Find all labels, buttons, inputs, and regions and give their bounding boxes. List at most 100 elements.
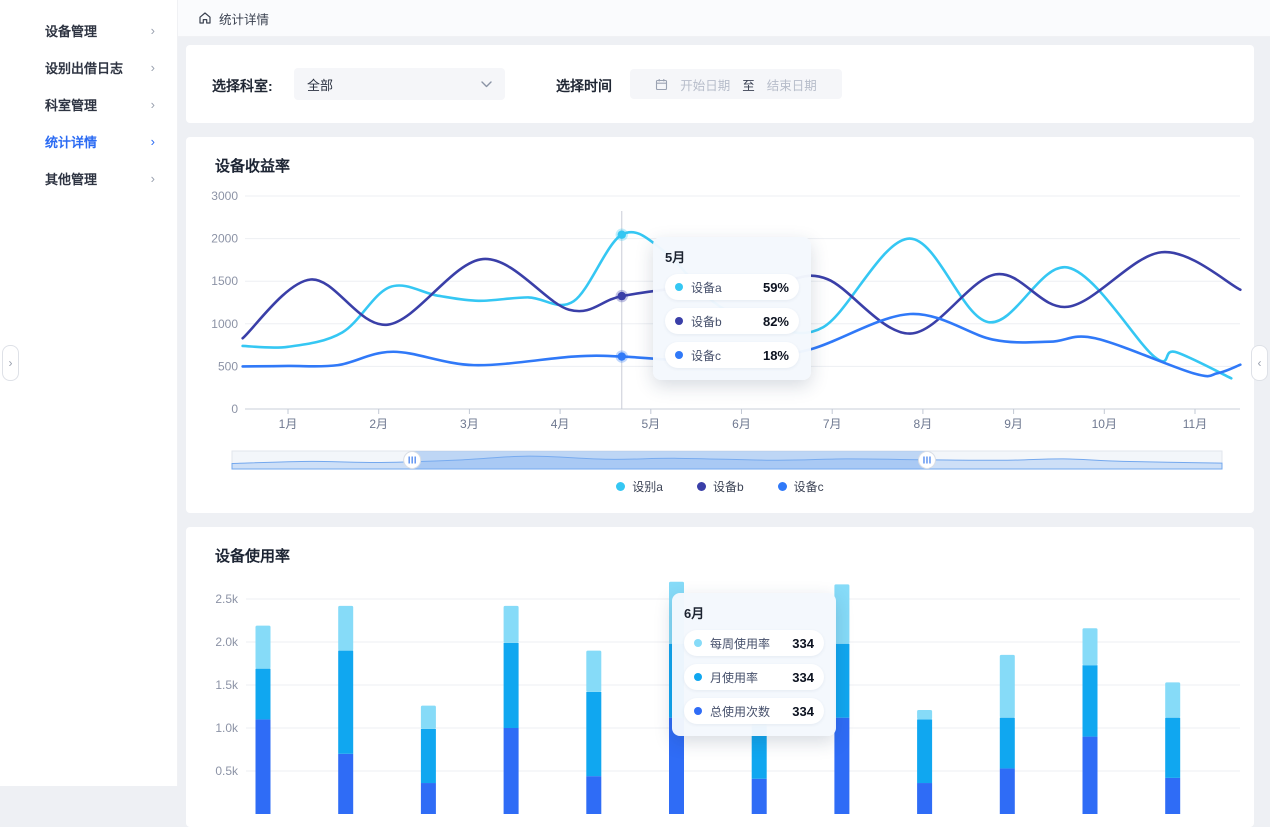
tooltip-series-label: 设备c (691, 347, 763, 364)
series-dot-icon (694, 639, 702, 647)
svg-text:1.0k: 1.0k (215, 721, 239, 735)
bar-segment[interactable] (1083, 628, 1098, 665)
collapse-left-panel-button[interactable]: › (2, 345, 19, 381)
bar-segment[interactable] (834, 718, 849, 814)
svg-text:500: 500 (218, 359, 238, 373)
tooltip-series-label: 设备b (691, 313, 763, 330)
calendar-icon (655, 78, 668, 91)
bar-segment[interactable] (256, 669, 271, 720)
svg-text:1500: 1500 (211, 274, 238, 288)
bar-segment[interactable] (338, 651, 353, 754)
tooltip-row: 总使用次数334 (684, 698, 824, 724)
data-zoom-handle-icon[interactable] (918, 452, 935, 469)
legend-label: 设别a (632, 478, 663, 495)
svg-text:2.0k: 2.0k (215, 635, 239, 649)
bar-segment[interactable] (1000, 718, 1015, 769)
chevron-right-icon: › (151, 23, 155, 38)
date-separator: 至 (742, 75, 755, 94)
legend-label: 设备b (713, 478, 744, 495)
tooltip-series-value: 334 (792, 704, 814, 719)
date-range-picker[interactable]: 开始日期 至 结束日期 (630, 69, 842, 99)
legend-item-设备b[interactable]: 设备b (697, 478, 744, 495)
sidebar-item-设别出借日志[interactable]: 设别出借日志› (0, 49, 177, 86)
svg-text:8月: 8月 (914, 417, 933, 431)
bar-segment[interactable] (504, 606, 519, 643)
svg-text:10月: 10月 (1092, 417, 1117, 431)
bar-segment[interactable] (1083, 737, 1098, 814)
bar-segment[interactable] (256, 626, 271, 669)
bar-segment[interactable] (421, 706, 436, 729)
collapse-right-panel-button[interactable]: ‹ (1251, 345, 1268, 381)
sidebar-item-科室管理[interactable]: 科室管理 › (0, 86, 177, 123)
sidebar-nav: 设备管理›设别出借日志›科室管理›统计详情›其他管理› (0, 12, 177, 197)
bar-segment[interactable] (1165, 778, 1180, 814)
bar-segment[interactable] (1165, 682, 1180, 717)
svg-text:5月: 5月 (641, 417, 660, 431)
revenue-chart-legend: 设别a 设备b 设备c (186, 478, 1254, 495)
data-zoom-selection[interactable] (412, 451, 927, 469)
bar-segment[interactable] (917, 719, 932, 783)
legend-item-设备c[interactable]: 设备c (778, 478, 824, 495)
tooltip-series-value: 18% (763, 348, 789, 363)
bar-segment[interactable] (338, 754, 353, 814)
bar-segment[interactable] (504, 643, 519, 728)
data-zoom-handle-icon[interactable] (404, 452, 421, 469)
svg-text:7月: 7月 (823, 417, 842, 431)
tooltip-series-value: 334 (792, 670, 814, 685)
tooltip-row: 设备c18% (665, 342, 799, 368)
bar-segment[interactable] (752, 779, 767, 814)
bar-segment[interactable] (1083, 665, 1098, 736)
bar-segment[interactable] (1000, 655, 1015, 718)
revenue-chart-card: 设备收益率 300020001500100050001月2月3月4月5月6月7月… (186, 137, 1254, 513)
sidebar-item-label: 科室管理 (45, 95, 97, 114)
filter-bar: 选择科室: 全部 选择时间 (186, 45, 1254, 123)
tooltip-title: 5月 (665, 247, 799, 266)
bar-segment[interactable] (504, 728, 519, 814)
svg-text:0: 0 (231, 402, 238, 416)
bar-segment[interactable] (1000, 768, 1015, 814)
series-dot-icon (694, 673, 702, 681)
chevron-left-icon: ‹ (1258, 356, 1262, 370)
series-dot-icon (697, 482, 706, 491)
sidebar: 设备管理›设别出借日志›科室管理›统计详情›其他管理› (0, 0, 178, 786)
bar-segment[interactable] (917, 710, 932, 719)
bar-segment[interactable] (586, 651, 601, 692)
usage-chart-card: 设备使用率 0.5k1.0k1.5k2.0k2.5k 6月每周使用率334月使用… (186, 527, 1254, 827)
series-dot-icon (675, 283, 683, 291)
bar-segment[interactable] (338, 606, 353, 651)
date-start-input[interactable]: 开始日期 (680, 75, 730, 94)
svg-text:1000: 1000 (211, 317, 238, 331)
sidebar-item-其他管理[interactable]: 其他管理 › (0, 160, 177, 197)
series-dot-icon (694, 707, 702, 715)
tooltip-series-value: 59% (763, 280, 789, 295)
sidebar-item-label: 其他管理 (45, 169, 97, 188)
svg-text:1.5k: 1.5k (215, 678, 239, 692)
bar-segment[interactable] (834, 644, 849, 718)
tooltip-series-label: 每周使用率 (710, 635, 792, 652)
bar-segment[interactable] (586, 776, 601, 814)
legend-item-设别a[interactable]: 设别a (616, 478, 663, 495)
date-end-input[interactable]: 结束日期 (767, 75, 817, 94)
svg-text:9月: 9月 (1004, 417, 1023, 431)
sidebar-item-统计详情[interactable]: 统计详情› (0, 123, 177, 160)
dept-select[interactable]: 全部 (294, 68, 505, 100)
bar-segment[interactable] (917, 783, 932, 814)
svg-text:4月: 4月 (551, 417, 570, 431)
bar-segment[interactable] (421, 729, 436, 783)
usage-chart-tooltip: 6月每周使用率334月使用率334总使用次数334 (672, 593, 836, 736)
sidebar-item-label: 统计详情 (45, 132, 97, 151)
tooltip-row: 每周使用率334 (684, 630, 824, 656)
tooltip-series-label: 月使用率 (710, 669, 792, 686)
svg-text:2月: 2月 (369, 417, 388, 431)
app-root: 设备管理›设别出借日志› 科室管理 › 统计详情› 其他管理 › 统计详情 选择科室: 全… (0, 0, 1270, 786)
chevron-right-icon: › (151, 97, 155, 112)
series-dot-icon (675, 317, 683, 325)
bar-segment[interactable] (586, 692, 601, 776)
sidebar-item-设备管理[interactable]: 设备管理› (0, 12, 177, 49)
chevron-right-icon: › (151, 171, 155, 186)
bar-segment[interactable] (1165, 718, 1180, 778)
chevron-right-icon: › (9, 356, 13, 370)
bar-segment[interactable] (256, 719, 271, 814)
bar-segment[interactable] (834, 584, 849, 643)
bar-segment[interactable] (421, 783, 436, 814)
